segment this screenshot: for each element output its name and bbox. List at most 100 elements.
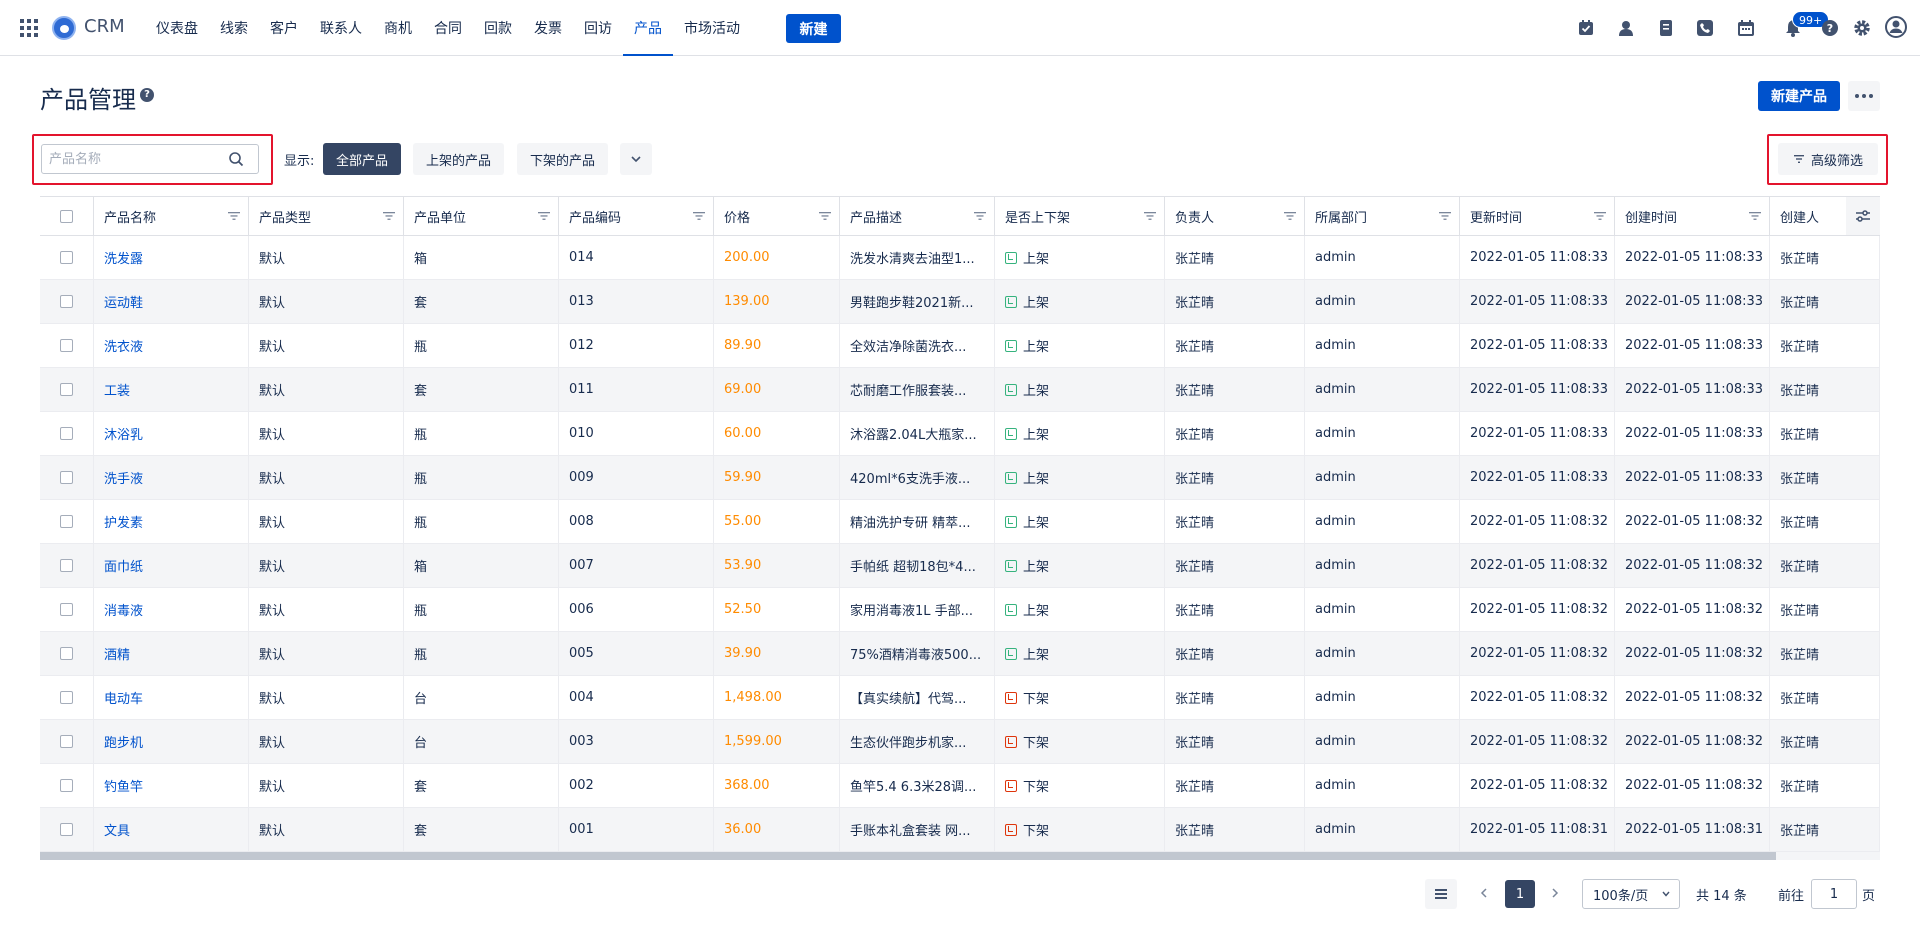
cell-name[interactable]: 电动车 [94, 676, 249, 719]
phone-icon[interactable] [1696, 19, 1714, 37]
column-header-unit[interactable]: 产品单位 [404, 197, 559, 236]
goto-page-input[interactable] [1811, 879, 1857, 909]
row-checkbox[interactable] [60, 427, 73, 440]
table-row[interactable]: 酒精 默认 瓶 005 39.90 75%酒精消毒液500... 上架 张芷晴 admin 202… [40, 632, 1880, 676]
product-name-link[interactable]: 跑步机 [104, 732, 143, 751]
cell-name[interactable]: 沐浴乳 [94, 412, 249, 455]
column-header-code[interactable]: 产品编码 [559, 197, 714, 236]
product-name-link[interactable]: 工装 [104, 380, 130, 399]
row-checkbox[interactable] [60, 471, 73, 484]
app-launcher-icon[interactable] [20, 19, 38, 37]
nav-item-2[interactable]: 客户 [259, 0, 309, 56]
nav-item-10[interactable]: 市场活动 [673, 0, 751, 56]
user-avatar-icon[interactable] [1885, 16, 1907, 38]
cell-name[interactable]: 消毒液 [94, 588, 249, 631]
column-header-type[interactable]: 产品类型 [249, 197, 404, 236]
column-header-price[interactable]: 价格 [714, 197, 840, 236]
column-filter-icon[interactable] [538, 210, 550, 222]
help-tooltip-icon[interactable]: ? [140, 88, 154, 102]
current-page[interactable]: 1 [1505, 880, 1535, 908]
row-checkbox[interactable] [60, 515, 73, 528]
product-name-link[interactable]: 面巾纸 [104, 556, 143, 575]
product-name-link[interactable]: 洗发露 [104, 248, 143, 267]
table-row[interactable]: 运动鞋 默认 套 013 139.00 男鞋跑步鞋2021新... 上架 张芷晴 admin 20… [40, 280, 1880, 324]
task-icon[interactable] [1577, 19, 1595, 37]
product-search-input[interactable] [42, 145, 222, 173]
next-page-button[interactable] [1545, 884, 1565, 904]
column-filter-icon[interactable] [1144, 210, 1156, 222]
contact-icon[interactable] [1617, 19, 1635, 37]
cell-name[interactable]: 运动鞋 [94, 280, 249, 323]
column-filter-icon[interactable] [383, 210, 395, 222]
table-row[interactable]: 工装 默认 套 011 69.00 芯耐磨工作服套装... 上架 张芷晴 admin 2022-0… [40, 368, 1880, 412]
product-name-link[interactable]: 酒精 [104, 644, 130, 663]
table-row[interactable]: 面巾纸 默认 箱 007 53.90 手帕纸 超韧18包*4... 上架 张芷晴 admin 20… [40, 544, 1880, 588]
table-row[interactable]: 护发素 默认 瓶 008 55.00 精油洗护专研 精萃... 上架 张芷晴 admin 2022… [40, 500, 1880, 544]
nav-item-4[interactable]: 商机 [373, 0, 423, 56]
cell-name[interactable]: 洗手液 [94, 456, 249, 499]
select-all-checkbox[interactable] [60, 210, 73, 223]
product-name-link[interactable]: 文具 [104, 820, 130, 839]
column-settings-button[interactable] [1846, 197, 1880, 235]
column-header-description[interactable]: 产品描述 [840, 197, 995, 236]
cell-name[interactable]: 面巾纸 [94, 544, 249, 587]
pagination-menu-button[interactable] [1425, 879, 1457, 909]
product-name-link[interactable]: 钓鱼竿 [104, 776, 143, 795]
document-icon[interactable] [1657, 19, 1675, 37]
cell-name[interactable]: 酒精 [94, 632, 249, 675]
row-checkbox[interactable] [60, 559, 73, 572]
column-header-name[interactable]: 产品名称 [94, 197, 249, 236]
product-name-link[interactable]: 护发素 [104, 512, 143, 531]
table-row[interactable]: 洗手液 默认 瓶 009 59.90 420ml*6支洗手液... 上架 张芷晴 admin 20… [40, 456, 1880, 500]
product-name-link[interactable]: 洗手液 [104, 468, 143, 487]
scrollbar-thumb[interactable] [40, 852, 1776, 860]
row-checkbox[interactable] [60, 735, 73, 748]
column-header-created[interactable]: 创建时间 [1615, 197, 1770, 236]
search-icon[interactable] [228, 151, 244, 167]
column-header-updated[interactable]: 更新时间 [1460, 197, 1615, 236]
column-filter-icon[interactable] [1594, 210, 1606, 222]
cell-name[interactable]: 跑步机 [94, 720, 249, 763]
nav-item-5[interactable]: 合同 [423, 0, 473, 56]
cell-name[interactable]: 洗发露 [94, 236, 249, 279]
column-header-owner[interactable]: 负责人 [1165, 197, 1305, 236]
column-filter-icon[interactable] [819, 210, 831, 222]
row-checkbox[interactable] [60, 691, 73, 704]
column-filter-icon[interactable] [228, 210, 240, 222]
table-row[interactable]: 洗衣液 默认 瓶 012 89.90 全效洁净除菌洗衣... 上架 张芷晴 admin 2022-… [40, 324, 1880, 368]
row-checkbox[interactable] [60, 339, 73, 352]
cell-name[interactable]: 洗衣液 [94, 324, 249, 367]
prev-page-button[interactable] [1474, 884, 1494, 904]
table-row[interactable]: 钓鱼竿 默认 套 002 368.00 鱼竿5.4 6.3米28调... 下架 张芷晴 admi… [40, 764, 1880, 808]
cell-name[interactable]: 钓鱼竿 [94, 764, 249, 807]
product-name-link[interactable]: 运动鞋 [104, 292, 143, 311]
row-checkbox[interactable] [60, 383, 73, 396]
nav-item-3[interactable]: 联系人 [309, 0, 373, 56]
row-checkbox[interactable] [60, 251, 73, 264]
table-row[interactable]: 跑步机 默认 台 003 1,599.00 生态伙伴跑步机家... 下架 张芷晴 admin 20… [40, 720, 1880, 764]
segment-dropdown-button[interactable] [620, 143, 652, 175]
column-header-department[interactable]: 所属部门 [1305, 197, 1460, 236]
column-filter-icon[interactable] [1749, 210, 1761, 222]
column-filter-icon[interactable] [974, 210, 986, 222]
column-filter-icon[interactable] [1439, 210, 1451, 222]
nav-item-9[interactable]: 产品 [623, 0, 673, 56]
global-new-button[interactable]: 新建 [786, 14, 841, 43]
table-row[interactable]: 沐浴乳 默认 瓶 010 60.00 沐浴露2.04L大瓶家... 上架 张芷晴 admin 20… [40, 412, 1880, 456]
product-name-link[interactable]: 电动车 [104, 688, 143, 707]
settings-icon[interactable] [1853, 19, 1871, 37]
page-size-select[interactable]: 100条/页 [1582, 879, 1680, 909]
segment-off-shelf[interactable]: 下架的产品 [517, 143, 609, 175]
column-filter-icon[interactable] [1284, 210, 1296, 222]
row-checkbox[interactable] [60, 295, 73, 308]
help-icon[interactable]: ? [1821, 19, 1839, 37]
column-header-status[interactable]: 是否上下架 [995, 197, 1165, 236]
calendar-icon[interactable] [1737, 19, 1755, 37]
cell-name[interactable]: 文具 [94, 808, 249, 851]
row-checkbox[interactable] [60, 647, 73, 660]
column-filter-icon[interactable] [693, 210, 705, 222]
row-checkbox[interactable] [60, 603, 73, 616]
product-name-link[interactable]: 消毒液 [104, 600, 143, 619]
segment-all-products[interactable]: 全部产品 [323, 143, 402, 175]
segment-on-shelf[interactable]: 上架的产品 [413, 143, 505, 175]
